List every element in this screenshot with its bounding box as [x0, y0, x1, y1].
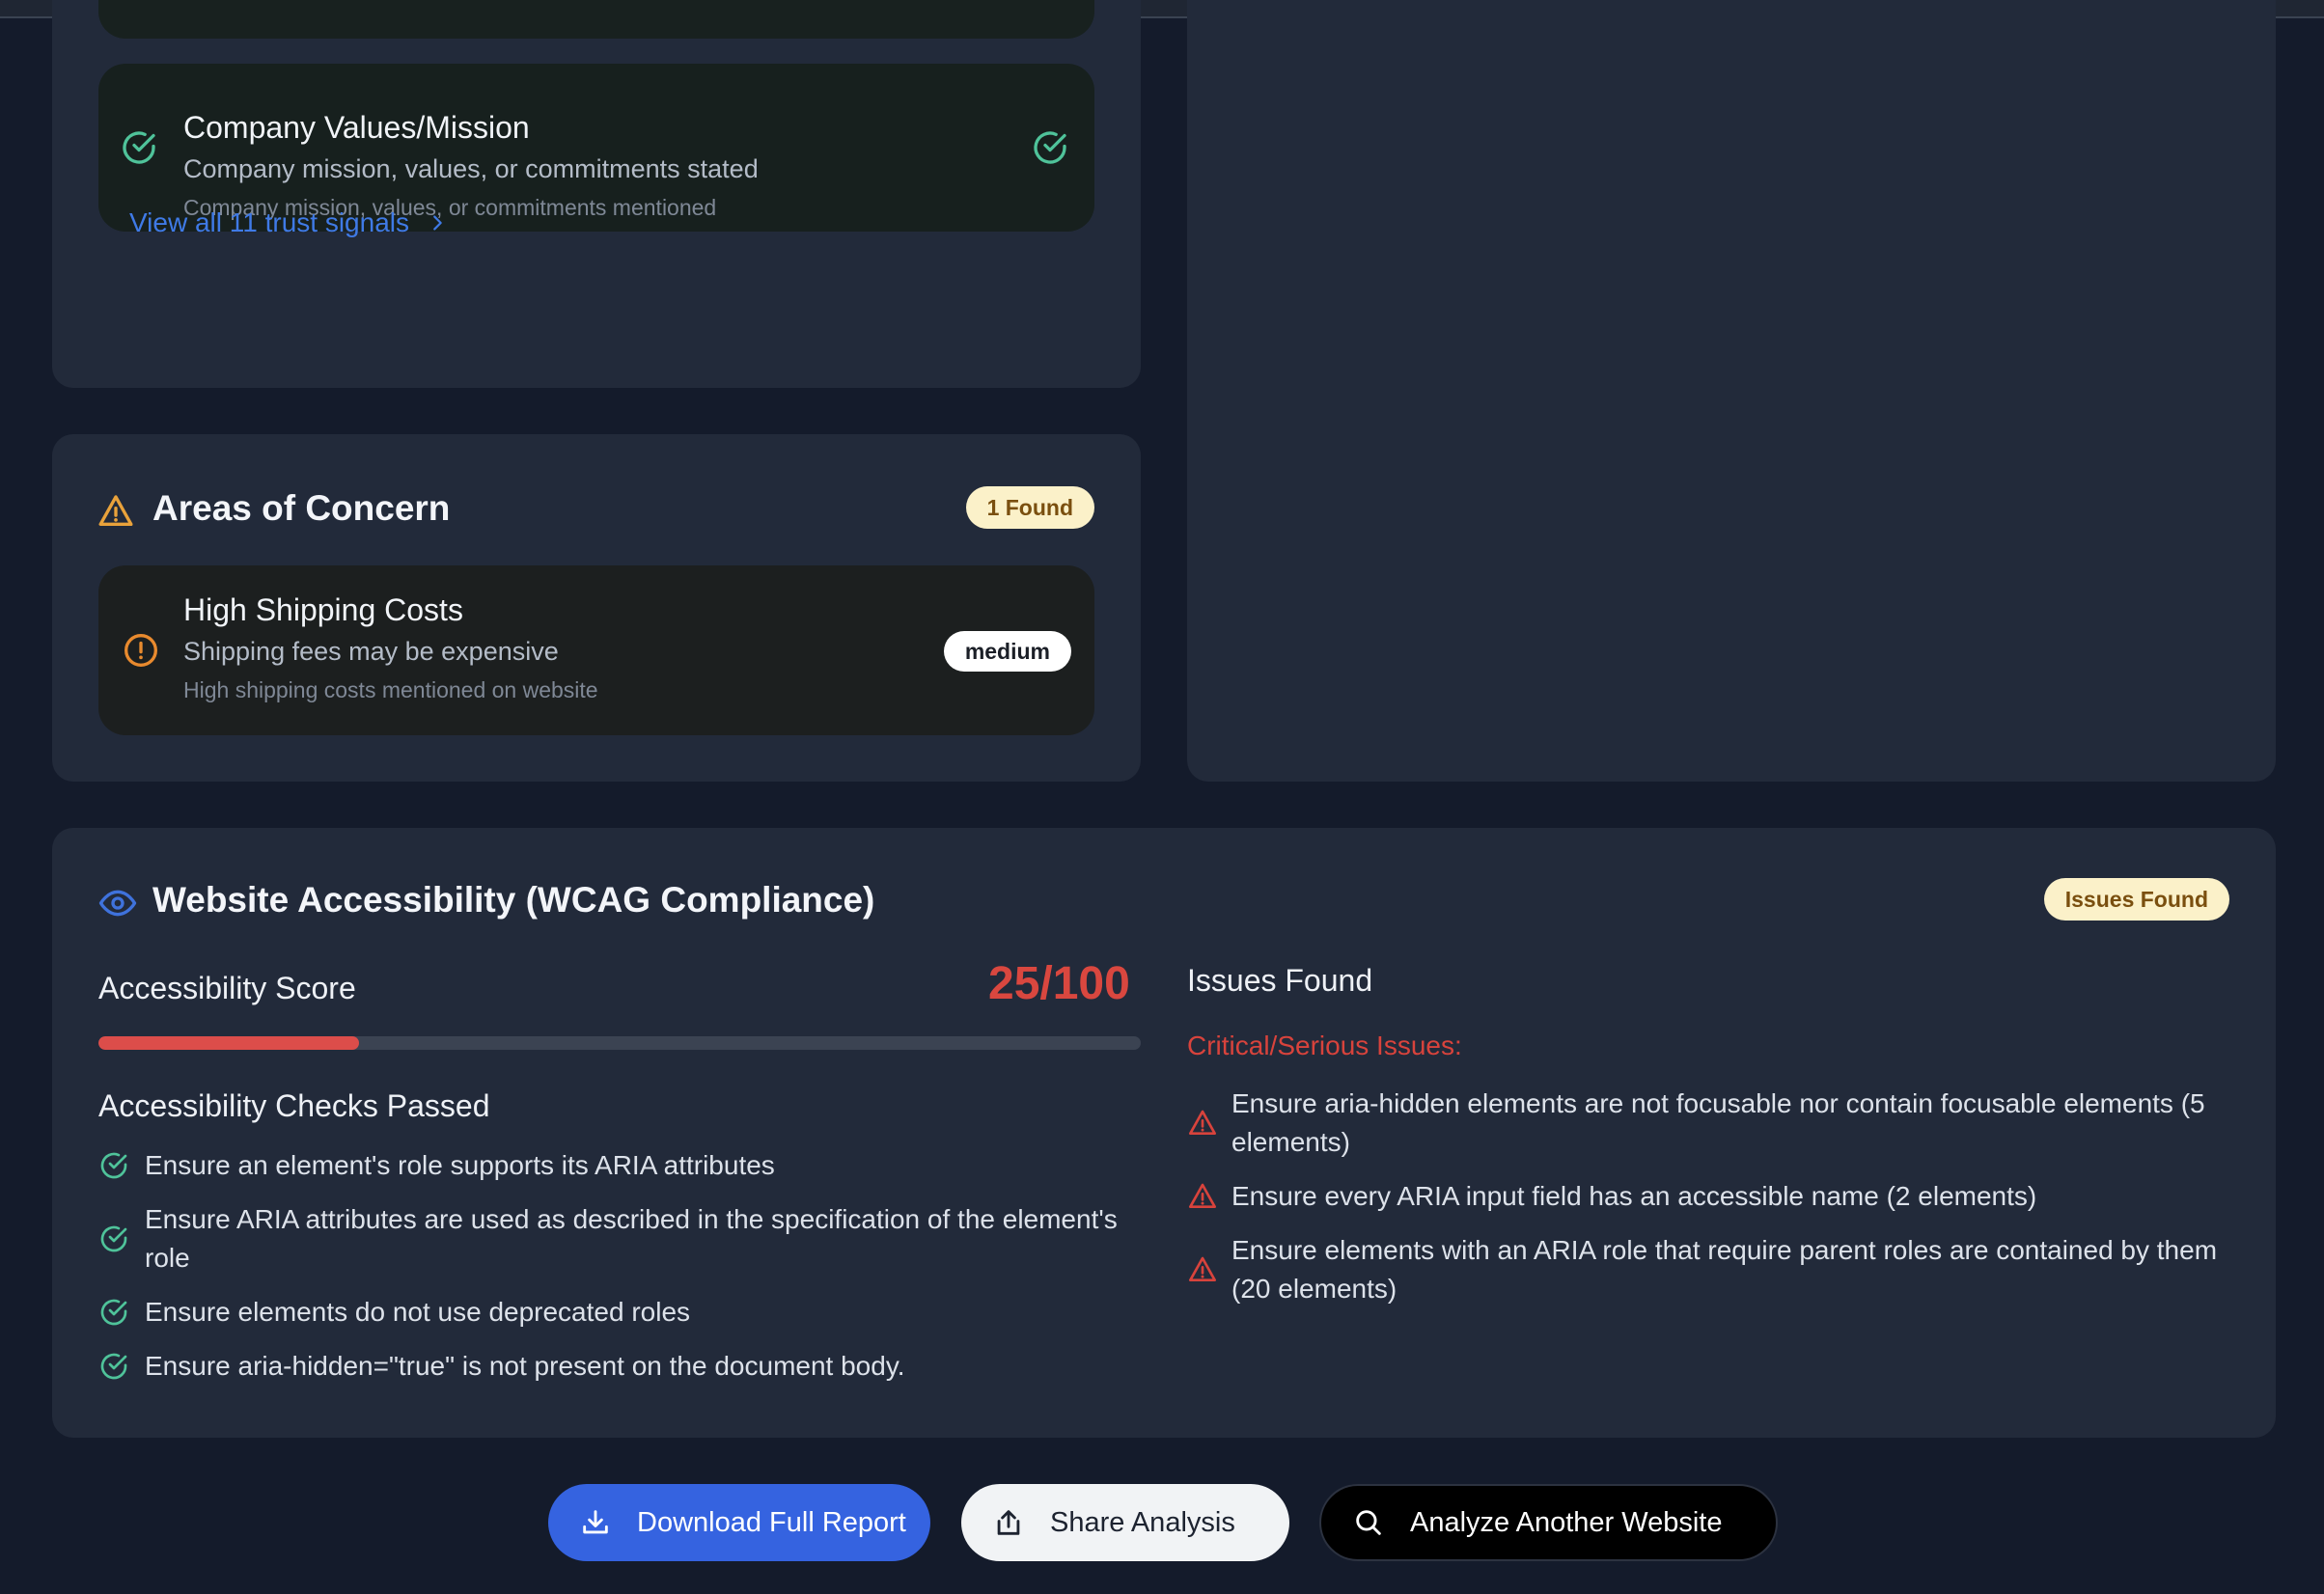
warning-triangle-icon	[1189, 1110, 1216, 1135]
issues-status-badge: Issues Found	[2043, 878, 2229, 921]
passed-checks-list: Ensure an element's role supports its AR…	[98, 1146, 1152, 1401]
list-item: Ensure aria-hidden="true" is not present…	[98, 1347, 1152, 1386]
issue-text: Ensure aria-hidden elements are not focu…	[1231, 1088, 2205, 1157]
score-label: Accessibility Score	[98, 971, 356, 1005]
trust-signal-item-partial	[98, 0, 1094, 39]
warning-triangle-icon	[1189, 1256, 1216, 1281]
check-circle-icon	[100, 1152, 127, 1179]
share-icon	[997, 1510, 1020, 1535]
check-circle-icon	[123, 131, 155, 164]
check-circle-icon	[100, 1225, 127, 1252]
list-item: Ensure elements do not use deprecated ro…	[98, 1293, 1152, 1332]
issue-text: Ensure every ARIA input field has an acc…	[1231, 1181, 2037, 1211]
list-item: Ensure every ARIA input field has an acc…	[1187, 1177, 2241, 1216]
found-count-badge: 1 Found	[965, 486, 1094, 529]
warning-triangle-icon	[1189, 1183, 1216, 1208]
trust-signal-item: Company Values/Mission Company mission, …	[98, 64, 1094, 232]
passed-check-text: Ensure elements do not use deprecated ro…	[145, 1297, 691, 1327]
warning-triangle-icon	[98, 495, 133, 526]
check-circle-icon	[100, 1299, 127, 1326]
issues-heading: Issues Found	[1187, 963, 1373, 998]
trust-signal-title: Company Values/Mission	[183, 110, 530, 145]
share-analysis-button[interactable]: Share Analysis	[961, 1484, 1289, 1561]
analyze-another-website-button[interactable]: Analyze Another Website	[1319, 1484, 1778, 1561]
list-item: Ensure an element's role supports its AR…	[98, 1146, 1152, 1185]
eye-icon	[98, 890, 137, 917]
check-circle-icon	[100, 1353, 127, 1380]
list-item: Ensure aria-hidden elements are not focu…	[1187, 1085, 2241, 1162]
view-all-trust-signals-link[interactable]: View all 11 trust signals	[129, 207, 448, 238]
download-button-label: Download Full Report	[637, 1506, 906, 1538]
score-value: 25/100	[988, 958, 1130, 1009]
download-report-button[interactable]: Download Full Report	[548, 1484, 930, 1561]
severity-badge: medium	[943, 631, 1071, 672]
trust-signals-card: Company Values/Mission Company mission, …	[52, 0, 1141, 388]
search-icon	[1356, 1510, 1381, 1535]
issue-text: Ensure elements with an ARIA role that r…	[1231, 1235, 2218, 1304]
score-progress-fill	[98, 1036, 359, 1050]
section-title: Website Accessibility (WCAG Compliance)	[152, 880, 875, 920]
download-icon	[583, 1510, 608, 1534]
critical-issues-label: Critical/Serious Issues:	[1187, 1031, 1462, 1060]
trust-signal-subtitle: Company mission, values, or commitments …	[183, 154, 759, 183]
view-all-label: View all 11 trust signals	[129, 207, 409, 237]
score-progress-bar	[98, 1036, 1141, 1050]
section-title: Areas of Concern	[152, 488, 451, 528]
accessibility-card: Website Accessibility (WCAG Compliance) …	[52, 828, 2276, 1438]
check-circle-icon	[1034, 131, 1066, 164]
areas-of-concern-card: Areas of Concern 1 Found High Shipping C…	[52, 434, 1141, 782]
chevron-right-icon	[433, 215, 442, 231]
passed-check-text: Ensure ARIA attributes are used as descr…	[145, 1204, 1118, 1273]
list-item: Ensure ARIA attributes are used as descr…	[98, 1200, 1152, 1278]
issues-list: Ensure aria-hidden elements are not focu…	[1187, 1085, 2241, 1324]
passed-heading: Accessibility Checks Passed	[98, 1088, 490, 1123]
analyze-button-label: Analyze Another Website	[1410, 1506, 1723, 1538]
share-button-label: Share Analysis	[1050, 1506, 1235, 1538]
concern-note: High shipping costs mentioned on website	[183, 677, 598, 702]
alert-circle-icon	[124, 634, 157, 667]
concern-item: High Shipping Costs Shipping fees may be…	[98, 565, 1094, 735]
passed-check-text: Ensure aria-hidden="true" is not present…	[145, 1351, 905, 1381]
concern-subtitle: Shipping fees may be expensive	[183, 637, 559, 666]
concern-title: High Shipping Costs	[183, 592, 463, 627]
list-item: Ensure elements with an ARIA role that r…	[1187, 1231, 2241, 1308]
side-panel-card	[1187, 0, 2276, 782]
passed-check-text: Ensure an element's role supports its AR…	[145, 1150, 775, 1180]
